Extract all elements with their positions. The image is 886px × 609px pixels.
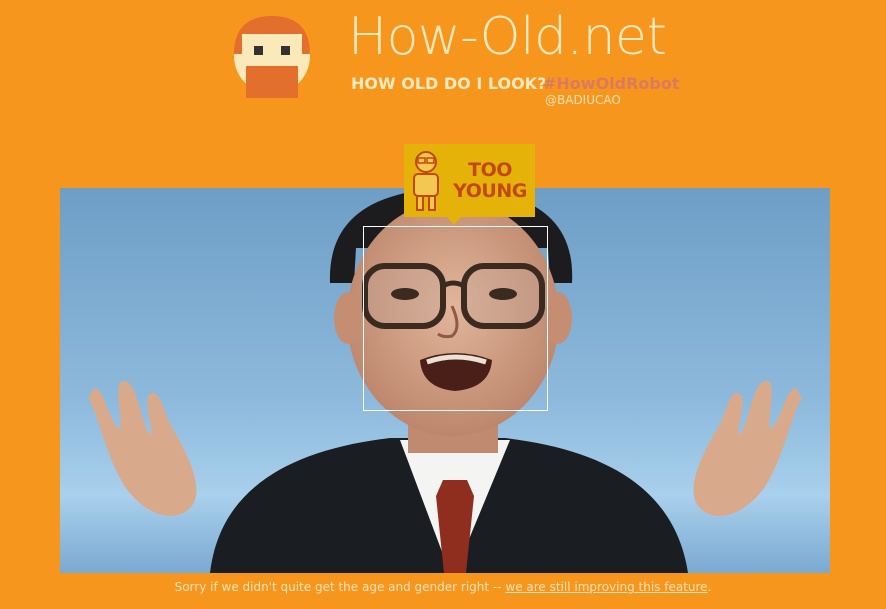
hashtag: #HowOldRobot (543, 74, 680, 93)
age-result-text: TOO YOUNG (446, 160, 534, 202)
credit: @BADIUCAO (545, 93, 621, 107)
old-man-icon (408, 148, 444, 214)
age-gender-badge[interactable]: TOO YOUNG (404, 144, 535, 225)
footer-note-text: Sorry if we didn't quite get the age and… (174, 580, 506, 594)
site-title: How-Old.net (348, 7, 667, 67)
footer-disclaimer: Sorry if we didn't quite get the age and… (0, 580, 886, 594)
tagline: HOW OLD DO I LOOK? (351, 74, 547, 93)
face-detection-box[interactable] (363, 226, 548, 411)
footer-note-end: . (707, 580, 712, 594)
robot-face-logo-icon (232, 10, 312, 98)
age-result-line-2: YOUNG (453, 180, 527, 202)
age-result-line-1: TOO (468, 159, 512, 181)
improving-feature-link[interactable]: we are still improving this feature (505, 580, 707, 594)
